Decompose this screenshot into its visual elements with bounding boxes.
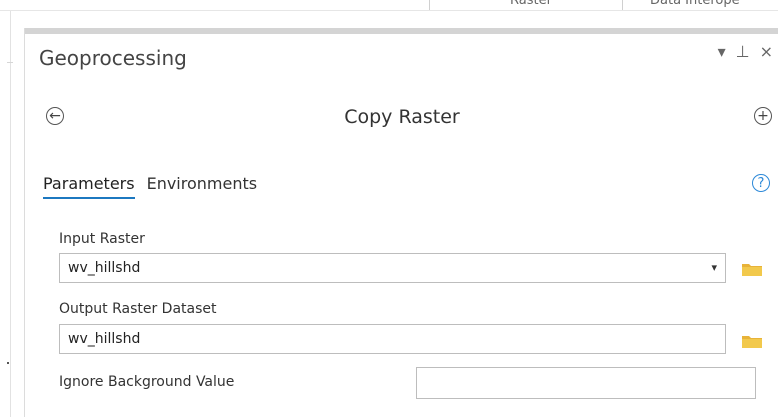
input-raster-value: wv_hillshd: [68, 260, 141, 276]
tool-tabs: Parameters Environments: [43, 174, 257, 199]
output-raster-value: wv_hillshd: [68, 331, 141, 347]
pane-title: Geoprocessing: [39, 46, 187, 70]
input-raster-label: Input Raster: [59, 231, 145, 247]
pane-controls: ▾ ⊥ ×: [718, 42, 773, 61]
tab-environments[interactable]: Environments: [147, 174, 258, 199]
folder-icon-svg: [742, 336, 762, 348]
menu-dropdown-icon[interactable]: ▾: [718, 42, 726, 61]
folder-icon[interactable]: [741, 333, 763, 349]
left-tick: [7, 62, 13, 63]
ribbon-bottom-line: [0, 10, 778, 11]
ribbon-text-raster: Raster: [510, 0, 552, 8]
tab-parameters[interactable]: Parameters: [43, 174, 135, 199]
output-raster-field[interactable]: wv_hillshd: [59, 324, 726, 354]
tool-title: Copy Raster: [344, 106, 460, 128]
ribbon-strip: Raster Data Interope: [0, 0, 778, 10]
pin-icon[interactable]: ⊥: [736, 42, 750, 61]
help-icon[interactable]: ?: [752, 174, 770, 192]
input-raster-dropdown-icon[interactable]: ▾: [711, 261, 717, 274]
ribbon-divider: [429, 0, 430, 10]
add-icon[interactable]: +: [754, 107, 772, 125]
ribbon-divider: [622, 0, 623, 10]
left-gutter: [0, 11, 11, 417]
ignore-background-field[interactable]: [416, 367, 756, 399]
folder-icon-svg: [742, 264, 762, 276]
geoprocessing-pane: Geoprocessing ▾ ⊥ × ← Copy Raster + Para…: [24, 28, 778, 417]
input-raster-field[interactable]: wv_hillshd ▾: [59, 253, 726, 283]
add-glyph: +: [757, 108, 769, 124]
pane-top-bar: [25, 28, 778, 34]
close-icon[interactable]: ×: [760, 42, 773, 61]
folder-icon[interactable]: [741, 261, 763, 277]
ribbon-text-data-interop: Data Interope: [650, 0, 740, 8]
left-dot: [7, 362, 9, 364]
output-raster-label: Output Raster Dataset: [59, 301, 217, 317]
ignore-background-label: Ignore Background Value: [59, 374, 235, 390]
